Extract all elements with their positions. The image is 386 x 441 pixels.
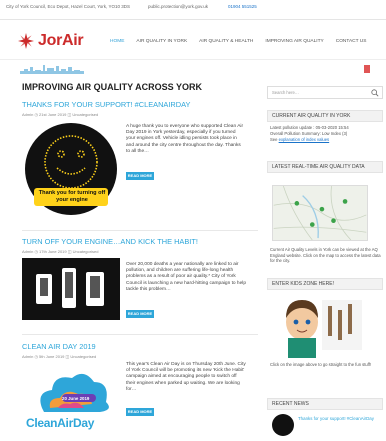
realtime-data-heading: LATEST REAL-TIME AIR QUALITY DATA — [267, 161, 383, 173]
post-excerpt: Over 20,000 deaths a year nationally are… — [126, 262, 246, 292]
nav-air-quality-health[interactable]: AIR QUALITY & HEALTH — [199, 39, 253, 44]
city-skyline-image — [20, 65, 84, 74]
kids-zone-heading: ENTER KIDS ZONE HERE! — [267, 278, 383, 290]
post-title-link[interactable]: TURN OFF YOUR ENGINE…AND KICK THE HABIT! — [22, 237, 198, 246]
post-meta: Admin ◷ 5th June 2019 ◫ Uncategorised — [22, 354, 97, 359]
read-more-button[interactable]: READ MORE — [126, 172, 154, 180]
address-text: City of York Council, Eco Depot, Hazel C… — [6, 4, 130, 9]
search-icon[interactable] — [371, 89, 379, 97]
search-field[interactable]: Search here… — [267, 86, 383, 99]
post-title-link[interactable]: CLEAN AIR DAY 2019 — [22, 342, 96, 351]
news-thumbnail[interactable] — [272, 414, 294, 436]
index-explanation-link[interactable]: explanation of index values — [279, 137, 330, 142]
post-meta: Admin ◷ 21st June 2019 ◫ Uncategorised — [22, 112, 99, 117]
logo-text: JorAir — [38, 32, 84, 49]
pollution-summary-text: Overall Pollution Summary: Low Index (3) — [270, 131, 348, 136]
main-nav: HOME AIR QUALITY IN YORK AIR QUALITY & H… — [110, 39, 366, 44]
image-date: 20 June 2019 — [62, 396, 90, 401]
engine-campaign-image[interactable] — [22, 258, 120, 320]
air-quality-map[interactable] — [272, 185, 368, 241]
index-explanation: See explanation of index values — [270, 137, 382, 143]
post-divider — [22, 230, 258, 231]
search-input[interactable]: Search here… — [272, 90, 299, 95]
nav-improving-air-quality[interactable]: IMPROVING AIR QUALITY — [265, 39, 323, 44]
post-divider — [22, 334, 258, 335]
kids-zone-image[interactable] — [272, 292, 366, 358]
nav-contact-us[interactable]: CONTACT US — [336, 39, 367, 44]
site-header: JorAir HOME AIR QUALITY IN YORK AIR QUAL… — [0, 20, 386, 60]
nav-air-quality-in-york[interactable]: AIR QUALITY IN YORK — [136, 39, 187, 44]
read-more-button[interactable]: READ MORE — [126, 408, 154, 416]
phone-link[interactable]: 01904 551525 — [228, 4, 257, 9]
post-excerpt: A huge thank you to everyone who support… — [126, 124, 244, 154]
read-more-button[interactable]: READ MORE — [126, 310, 154, 318]
contact-bar: City of York Council, Eco Depot, Hazel C… — [0, 0, 386, 20]
recent-news-heading: RECENT NEWS — [267, 398, 383, 410]
pollution-update-text: Latest pollution update : 05-03-2020 15:… — [270, 125, 349, 130]
image-brand: CleanAirDay — [26, 416, 95, 430]
realtime-data-text: Current Air Quality Levels in York can b… — [270, 247, 381, 264]
recent-news-link[interactable]: Thanks for your support! #CleanAirDay — [298, 416, 380, 422]
star-logo-icon — [18, 33, 34, 49]
post-title-link[interactable]: THANKS FOR YOUR SUPPORT! #CLEANAIRDAY — [22, 100, 190, 109]
flag-icon — [364, 65, 370, 73]
site-logo[interactable]: JorAir — [18, 30, 84, 52]
page-title: IMPROVING AIR QUALITY ACROSS YORK — [22, 82, 203, 92]
image-caption: Thank you for turning off your engine — [38, 190, 106, 203]
see-label: See — [270, 137, 278, 142]
post-meta: Admin ◷ 17th June 2019 ◫ Uncategorised — [22, 249, 99, 254]
nav-home[interactable]: HOME — [110, 39, 124, 44]
current-air-quality-heading: CURRENT AIR QUALITY IN YORK — [267, 110, 383, 122]
kids-zone-text: Click on the image above to go straight … — [270, 362, 372, 367]
post-excerpt: This year's Clean Air Day is on Thursday… — [126, 362, 246, 392]
email-link[interactable]: public.protection@york.gov.uk — [148, 4, 208, 9]
